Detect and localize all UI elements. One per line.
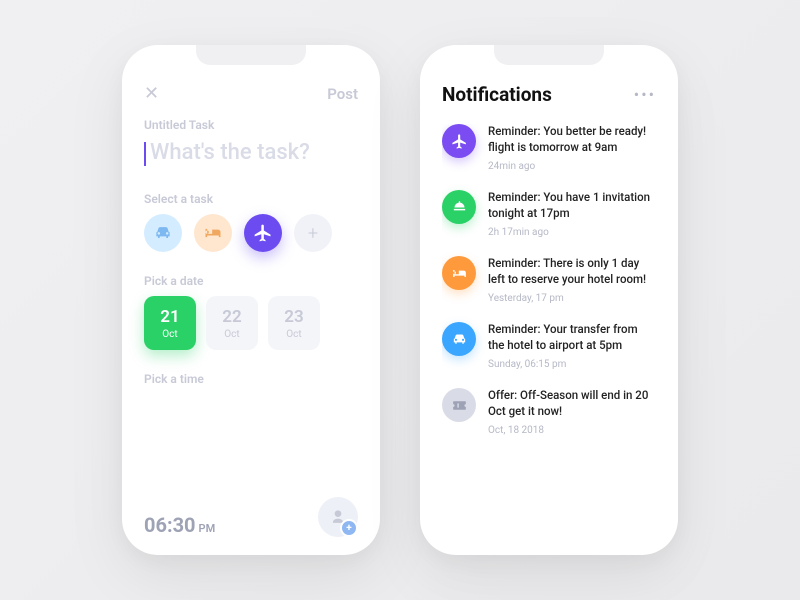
date-day: 21 bbox=[160, 307, 179, 327]
add-person-button[interactable] bbox=[318, 497, 358, 537]
notifications-header: Notifications ••• bbox=[442, 83, 656, 106]
post-button[interactable]: Post bbox=[327, 85, 358, 103]
date-mon: Oct bbox=[224, 329, 239, 340]
time-picker[interactable]: 06:30PM bbox=[144, 513, 215, 537]
notification-text: Offer: Off-Season will end in 20 Oct get… bbox=[488, 388, 656, 419]
date-mon: Oct bbox=[286, 329, 301, 340]
date-mon: Oct bbox=[162, 329, 177, 340]
time-suffix: PM bbox=[199, 522, 216, 535]
notification-item[interactable]: Reminder: You better be ready! flight is… bbox=[442, 124, 656, 172]
ticket-icon bbox=[442, 388, 476, 422]
pick-time-label: Pick a time bbox=[144, 372, 358, 386]
notification-time: Oct, 18 2018 bbox=[488, 425, 656, 436]
notification-text: Reminder: You better be ready! flight is… bbox=[488, 124, 656, 155]
close-button[interactable]: ✕ bbox=[144, 83, 159, 104]
time-row: 06:30PM bbox=[144, 497, 358, 537]
plane-icon bbox=[253, 223, 273, 243]
plane-icon bbox=[442, 124, 476, 158]
more-button[interactable]: ••• bbox=[634, 85, 656, 104]
dinner-icon bbox=[442, 190, 476, 224]
date-row: 21 Oct 22 Oct 23 Oct bbox=[144, 296, 358, 350]
notification-time: Sunday, 06:15 pm bbox=[488, 359, 656, 370]
bed-icon bbox=[442, 256, 476, 290]
date-day: 22 bbox=[222, 307, 241, 327]
notification-text: Reminder: You have 1 invitation tonight … bbox=[488, 190, 656, 221]
task-type-row: + bbox=[144, 214, 358, 252]
notification-item[interactable]: Offer: Off-Season will end in 20 Oct get… bbox=[442, 388, 656, 436]
task-type-flight[interactable] bbox=[244, 214, 282, 252]
topbar: ✕ Post bbox=[144, 83, 358, 104]
notification-item[interactable]: Reminder: There is only 1 day left to re… bbox=[442, 256, 656, 304]
time-value: 06:30 bbox=[144, 513, 196, 537]
notification-item[interactable]: Reminder: Your transfer from the hotel t… bbox=[442, 322, 656, 370]
untitled-task-label: Untitled Task bbox=[144, 118, 358, 132]
user-icon bbox=[328, 507, 348, 527]
task-title-input[interactable]: What's the task? bbox=[144, 140, 358, 166]
select-task-label: Select a task bbox=[144, 192, 358, 206]
task-type-hotel[interactable] bbox=[194, 214, 232, 252]
date-day: 23 bbox=[284, 307, 303, 327]
taxi-icon bbox=[442, 322, 476, 356]
notification-text: Reminder: Your transfer from the hotel t… bbox=[488, 322, 656, 353]
notch bbox=[489, 45, 609, 67]
bed-icon bbox=[203, 223, 223, 243]
text-cursor bbox=[144, 142, 146, 166]
notification-time: 24min ago bbox=[488, 161, 656, 172]
task-type-taxi[interactable] bbox=[144, 214, 182, 252]
notification-list: Reminder: You better be ready! flight is… bbox=[442, 124, 656, 436]
notification-text: Reminder: There is only 1 day left to re… bbox=[488, 256, 656, 287]
date-card-0[interactable]: 21 Oct bbox=[144, 296, 196, 350]
page-title: Notifications bbox=[442, 83, 552, 106]
date-card-1[interactable]: 22 Oct bbox=[206, 296, 258, 350]
task-title-placeholder: What's the task? bbox=[150, 140, 310, 166]
notification-time: Yesterday, 17 pm bbox=[488, 293, 656, 304]
taxi-icon bbox=[153, 223, 173, 243]
notifications-screen: Notifications ••• Reminder: You better b… bbox=[420, 45, 678, 555]
pick-date-label: Pick a date bbox=[144, 274, 358, 288]
date-card-2[interactable]: 23 Oct bbox=[268, 296, 320, 350]
notification-time: 2h 17min ago bbox=[488, 227, 656, 238]
task-type-add[interactable]: + bbox=[294, 214, 332, 252]
create-task-screen: ✕ Post Untitled Task What's the task? Se… bbox=[122, 45, 380, 555]
notification-item[interactable]: Reminder: You have 1 invitation tonight … bbox=[442, 190, 656, 238]
notch bbox=[191, 45, 311, 67]
